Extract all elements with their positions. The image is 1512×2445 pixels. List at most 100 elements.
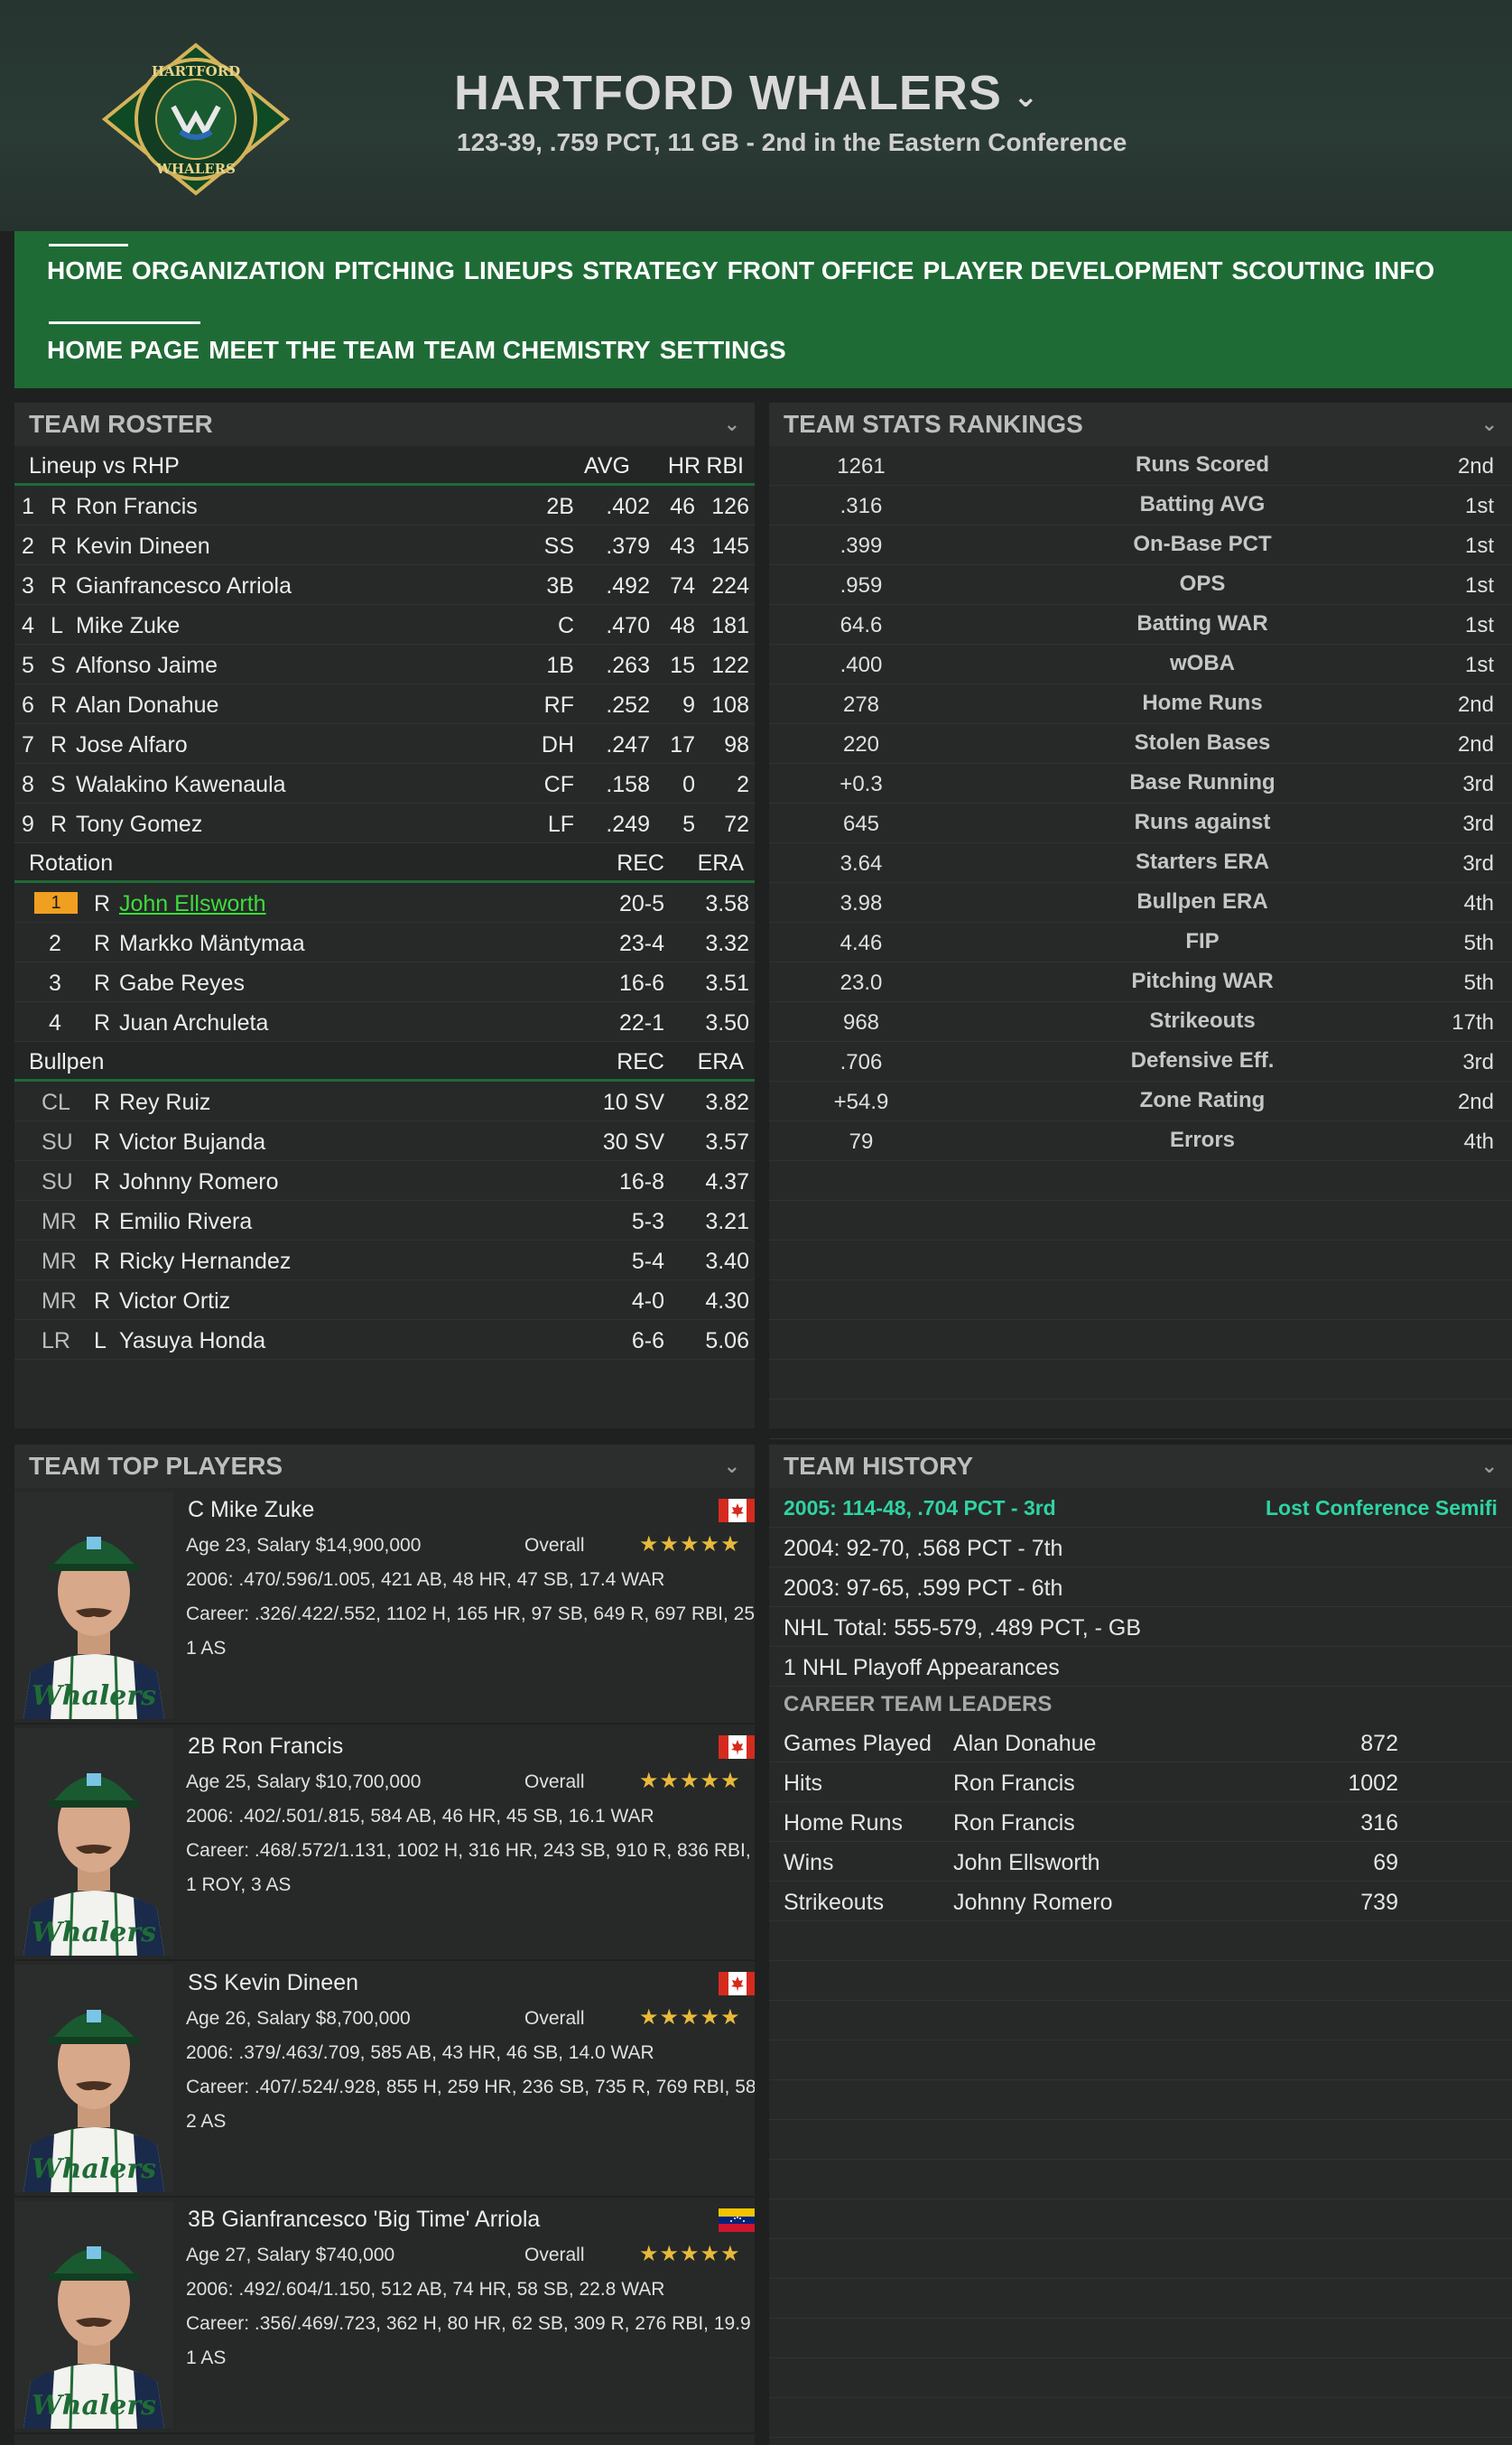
player-name[interactable]: Emilio Rivera — [119, 1209, 252, 1235]
nav-organization[interactable]: ORGANIZATION — [132, 256, 325, 285]
season-stats: 2006: .379/.463/.709, 585 AB, 43 HR, 46 … — [186, 2042, 654, 2063]
bullpen-row[interactable]: SU R Johnny Romero 16-8 4.37 — [14, 1161, 755, 1201]
player-name[interactable]: Yasuya Honda — [119, 1328, 265, 1354]
section-label: Lineup vs RHP — [29, 453, 180, 479]
top-player-card[interactable]: Whalers 2B Ron Francis Age 25, Salary $10,… — [14, 1725, 755, 1961]
chevron-down-icon[interactable]: ⌄ — [724, 1455, 740, 1478]
stat-label: Pitching WAR — [1131, 969, 1274, 993]
player-name[interactable]: Gabe Reyes — [119, 971, 245, 997]
player-name[interactable]: Ron Francis — [76, 494, 198, 520]
leader-player[interactable]: Ron Francis — [953, 1810, 1075, 1836]
chevron-down-icon[interactable]: ⌄ — [1481, 1455, 1498, 1478]
lineup-row[interactable]: 5 S Alfonso Jaime 1B .263 15 122 — [14, 645, 755, 684]
team-name-dropdown[interactable]: HARTFORD WHALERS ⌄ — [454, 65, 1039, 121]
team-stats-rankings-header[interactable]: TEAM STATS RANKINGS ⌄ — [769, 403, 1512, 446]
svg-text:Whalers: Whalers — [32, 2390, 156, 2422]
svg-text:Whalers: Whalers — [32, 2153, 156, 2185]
nav-strategy[interactable]: STRATEGY — [582, 256, 718, 285]
lineup-row[interactable]: 3 R Gianfrancesco Arriola 3B .492 74 224 — [14, 565, 755, 605]
leader-player[interactable]: Alan Donahue — [953, 1731, 1096, 1757]
lineup-row[interactable]: 1 R Ron Francis 2B .402 46 126 — [14, 486, 755, 525]
player-name[interactable]: C Mike Zuke — [188, 1497, 314, 1523]
team-roster-header[interactable]: TEAM ROSTER ⌄ — [14, 403, 755, 446]
lineup-row[interactable]: 2 R Kevin Dineen SS .379 43 145 — [14, 525, 755, 565]
player-name[interactable]: Alan Donahue — [76, 693, 218, 719]
nav-info[interactable]: INFO — [1374, 256, 1434, 285]
chevron-down-icon[interactable]: ⌄ — [1481, 413, 1498, 436]
team-history-header[interactable]: TEAM HISTORY ⌄ — [769, 1445, 1512, 1488]
top-player-card[interactable]: Whalers 3B Gianfrancesco 'Big Time' Arrio… — [14, 2198, 755, 2434]
nav-lineups[interactable]: LINEUPS — [464, 256, 573, 285]
nav-home[interactable]: HOME — [47, 256, 123, 285]
rotation-row[interactable]: 3 R Gabe Reyes 16-6 3.51 — [14, 962, 755, 1002]
panel-title: TEAM STATS RANKINGS — [784, 410, 1083, 438]
rotation-row[interactable]: 1 R John Ellsworth 20-5 3.58 — [14, 883, 755, 923]
subnav-home-page[interactable]: HOME PAGE — [47, 336, 199, 365]
awards: 1 AS — [186, 1638, 227, 1659]
bullpen-row[interactable]: CL R Rey Ruiz 10 SV 3.82 — [14, 1082, 755, 1121]
player-name[interactable]: Ricky Hernandez — [119, 1249, 291, 1275]
nav-scouting[interactable]: SCOUTING — [1231, 256, 1365, 285]
player-name[interactable]: Victor Ortiz — [119, 1288, 230, 1315]
rotation-row[interactable]: 2 R Markko Mäntymaa 23-4 3.32 — [14, 923, 755, 962]
stat-label: Runs against — [1134, 810, 1271, 834]
player-name[interactable]: Gianfrancesco Arriola — [76, 573, 292, 600]
player-name[interactable]: 2B Ron Francis — [188, 1734, 343, 1760]
batting-avg: .379 — [606, 534, 650, 559]
rotation-row[interactable]: 4 R Juan Archuleta 22-1 3.50 — [14, 1002, 755, 1042]
bullpen-row[interactable]: MR R Emilio Rivera 5-3 3.21 — [14, 1201, 755, 1241]
player-name[interactable]: John Ellsworth — [119, 891, 266, 917]
bullpen-row[interactable]: MR R Ricky Hernandez 5-4 3.40 — [14, 1241, 755, 1280]
ranking-row: 220 Stolen Bases 2nd — [769, 724, 1512, 764]
empty-row — [769, 1399, 1512, 1439]
player-name[interactable]: Rey Ruiz — [119, 1090, 210, 1116]
nav-player-development[interactable]: PLAYER DEVELOPMENT — [923, 256, 1223, 285]
empty-row — [769, 2239, 1512, 2279]
leader-player[interactable]: Johnny Romero — [953, 1890, 1112, 1916]
handedness: L — [94, 1328, 107, 1353]
player-name[interactable]: Kevin Dineen — [76, 534, 210, 560]
leader-player[interactable]: John Ellsworth — [953, 1850, 1100, 1876]
player-name[interactable]: Johnny Romero — [119, 1169, 278, 1195]
handedness: S — [51, 653, 66, 678]
empty-row — [769, 2041, 1512, 2080]
handedness: R — [51, 693, 68, 718]
player-name[interactable]: Alfonso Jaime — [76, 653, 218, 679]
panel-title: TEAM ROSTER — [29, 410, 213, 438]
player-name[interactable]: Markko Mäntymaa — [119, 931, 305, 957]
stat-rank: 2nd — [1457, 732, 1494, 757]
stat-label: Home Runs — [1142, 691, 1263, 715]
nav-front-office[interactable]: FRONT OFFICE — [728, 256, 914, 285]
lineup-row[interactable]: 7 R Jose Alfaro DH .247 17 98 — [14, 724, 755, 764]
player-name[interactable]: Victor Bujanda — [119, 1130, 265, 1156]
chevron-down-icon: ⌄ — [1012, 79, 1040, 114]
team-top-players-header[interactable]: TEAM TOP PLAYERS ⌄ — [14, 1445, 755, 1488]
empty-row — [769, 2398, 1512, 2438]
history-text: 2005: 114-48, .704 PCT - 3rd — [784, 1496, 1056, 1520]
player-name[interactable]: Tony Gomez — [76, 812, 202, 838]
player-name[interactable]: Juan Archuleta — [119, 1010, 268, 1037]
player-name[interactable]: SS Kevin Dineen — [188, 1970, 358, 1996]
player-name[interactable]: Mike Zuke — [76, 613, 180, 639]
chevron-down-icon[interactable]: ⌄ — [724, 413, 740, 436]
player-name[interactable]: Walakino Kawenaula — [76, 772, 286, 798]
ranking-row: .399 On-Base PCT 1st — [769, 525, 1512, 565]
subnav-team-chemistry[interactable]: TEAM CHEMISTRY — [424, 336, 651, 365]
nav-pitching[interactable]: PITCHING — [334, 256, 455, 285]
bullpen-row[interactable]: SU R Victor Bujanda 30 SV 3.57 — [14, 1121, 755, 1161]
lineup-row[interactable]: 8 S Walakino Kawenaula CF .158 0 2 — [14, 764, 755, 804]
subnav-settings[interactable]: SETTINGS — [660, 336, 786, 365]
bullpen-row[interactable]: LR L Yasuya Honda 6-6 5.06 — [14, 1320, 755, 1360]
top-player-card[interactable]: Whalers SS Kevin Dineen Age 26, Salary $8,… — [14, 1961, 755, 2198]
lineup-row[interactable]: 6 R Alan Donahue RF .252 9 108 — [14, 684, 755, 724]
subnav-meet-the-team[interactable]: MEET THE TEAM — [209, 336, 415, 365]
top-player-card[interactable]: Whalers C Mike Zuke Age 23, Salary $14,900… — [14, 1488, 755, 1725]
player-name[interactable]: 3B Gianfrancesco 'Big Time' Arriola — [188, 2207, 540, 2233]
leader-player[interactable]: Ron Francis — [953, 1771, 1075, 1797]
era: 4.37 — [705, 1169, 749, 1195]
lineup-row[interactable]: 9 R Tony Gomez LF .249 5 72 — [14, 804, 755, 843]
lineup-row[interactable]: 4 L Mike Zuke C .470 48 181 — [14, 605, 755, 645]
player-name[interactable]: Jose Alfaro — [76, 732, 188, 758]
bullpen-row[interactable]: MR R Victor Ortiz 4-0 4.30 — [14, 1280, 755, 1320]
position: DH — [541, 732, 574, 758]
